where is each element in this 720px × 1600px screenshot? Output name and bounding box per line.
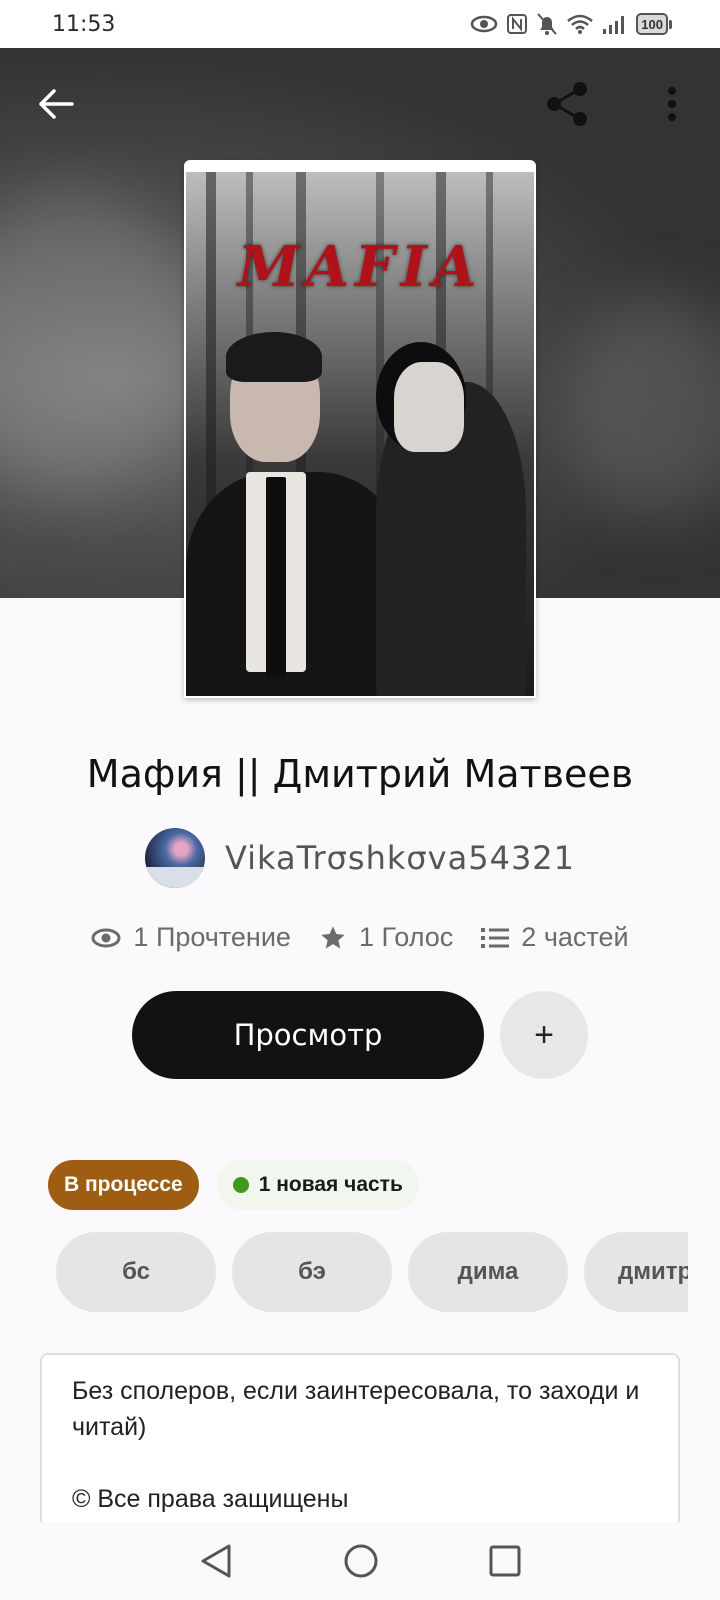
eye-icon [471,15,498,33]
bell-off-icon [537,13,558,35]
nav-back-icon[interactable] [199,1543,233,1579]
author-name[interactable]: VikaTrσshkσva54321 [225,839,575,877]
star-icon [321,925,345,948]
new-part-badge: 1 новая часть [216,1160,419,1210]
status-badges: В процессе 1 новая часть [48,1160,419,1210]
cover-title: MAFIA [237,234,483,300]
tag-chip[interactable]: бс [56,1232,216,1312]
system-nav-bar [0,1522,720,1600]
eye-icon [91,928,121,947]
cover-image: MAFIA [186,172,534,696]
author-avatar[interactable] [144,828,205,888]
tag-chip[interactable]: дима [408,1232,568,1312]
wifi-icon [567,14,594,34]
book-title: Мафия || Дмитрий Матвеев [86,752,634,796]
reads-count: 1 Прочтение [133,922,291,952]
author-row[interactable]: VikaTrσshkσva54321 [0,828,720,888]
status-time: 11:53 [52,12,116,37]
more-options-button[interactable] [644,76,700,132]
add-to-library-button[interactable]: + [500,991,588,1079]
status-bar: 11:53 100 [0,0,720,48]
green-dot-icon [232,1177,249,1193]
votes-stat: 1 Голос [319,922,453,953]
share-icon [547,82,587,126]
parts-stat: 2 частей [481,922,629,953]
read-button[interactable]: Просмотр [132,991,484,1079]
back-button[interactable] [28,76,84,132]
status-badge: В процессе [48,1160,199,1210]
new-part-label: 1 новая часть [258,1173,403,1196]
signal-icon [603,16,625,34]
book-cover[interactable]: MAFIA [184,160,536,698]
nfc-icon [507,14,528,34]
list-icon [481,927,510,948]
copyright-text: © Все права защищены [72,1485,349,1513]
story-description: Без сполеров, если заинтересовала, то за… [40,1353,680,1523]
nav-recents-icon[interactable] [489,1545,521,1577]
description-text: Без сполеров, если заинтересовала, то за… [72,1377,640,1441]
story-stats: 1 Прочтение 1 Голос 2 частей [0,922,720,953]
nav-home-icon[interactable] [343,1543,379,1579]
parts-count: 2 частей [521,922,629,952]
arrow-left-icon [39,89,74,119]
share-button[interactable] [540,76,596,132]
votes-count: 1 Голос [358,922,454,952]
battery-icon: 100 [636,13,672,35]
more-vertical-icon [668,87,676,121]
reads-stat: 1 Прочтение [91,922,291,953]
tag-chip[interactable]: дмитр [584,1232,688,1312]
status-icons: 100 [470,10,672,38]
tag-chip[interactable]: бэ [232,1232,392,1312]
tags-scroller[interactable]: бс бэ дима дмитр [56,1232,688,1314]
